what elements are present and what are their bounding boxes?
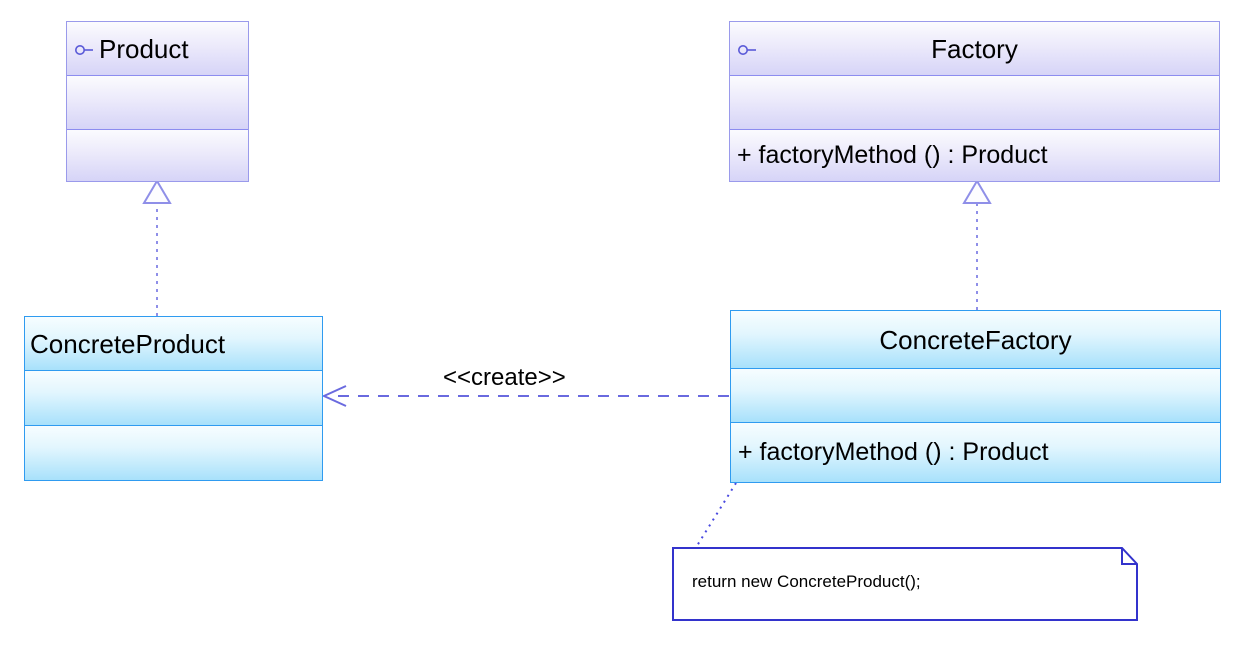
hollow-triangle-arrowhead: [962, 179, 992, 204]
class-name-concretefactory: ConcreteFactory: [879, 324, 1072, 355]
operation-factorymethod: + factoryMethod () : Product: [737, 141, 1048, 169]
note-text: return new ConcreteProduct();: [692, 572, 921, 591]
uml-diagram-canvas: Product Factory + factoryMethod () : Pro…: [0, 0, 1249, 647]
interface-lollipop-icon: [74, 43, 96, 55]
attributes-compartment-product: [67, 75, 248, 129]
operation-factorymethod: + factoryMethod () : Product: [738, 438, 1049, 466]
realization-concreteproduct-to-product: [142, 179, 172, 316]
attributes-compartment-concretefactory: [731, 368, 1220, 422]
class-box-concretefactory[interactable]: ConcreteFactory + factoryMethod () : Pro…: [730, 310, 1221, 483]
class-box-factory[interactable]: Factory + factoryMethod () : Product: [729, 21, 1220, 182]
dependency-stereotype-label: <<create>>: [439, 366, 570, 390]
class-title-compartment: Product: [67, 22, 248, 75]
realization-concretefactory-to-factory: [962, 179, 992, 310]
class-box-product[interactable]: Product: [66, 21, 249, 182]
operations-compartment-concreteproduct: [25, 425, 322, 480]
class-name-factory: Factory: [931, 33, 1018, 64]
class-name-concreteproduct: ConcreteProduct: [30, 328, 226, 359]
operations-compartment-concretefactory: + factoryMethod () : Product: [731, 422, 1220, 482]
class-box-concreteproduct[interactable]: ConcreteProduct: [24, 316, 323, 481]
uml-note-return-statement[interactable]: return new ConcreteProduct();: [672, 547, 1138, 621]
note-link-line: [694, 482, 737, 550]
attributes-compartment-concreteproduct: [25, 370, 322, 425]
attributes-compartment-factory: [730, 75, 1219, 129]
class-title-compartment: ConcreteFactory: [731, 311, 1220, 368]
note-anchor-line: [694, 482, 737, 550]
open-arrowhead: [321, 385, 347, 407]
operations-compartment-factory: + factoryMethod () : Product: [730, 129, 1219, 181]
class-title-compartment: Factory: [730, 22, 1219, 75]
class-name-product: Product: [99, 33, 189, 64]
interface-lollipop-icon: [737, 43, 759, 55]
hollow-triangle-arrowhead: [142, 179, 172, 204]
operations-compartment-product: [67, 129, 248, 181]
class-title-compartment: ConcreteProduct: [25, 317, 322, 370]
